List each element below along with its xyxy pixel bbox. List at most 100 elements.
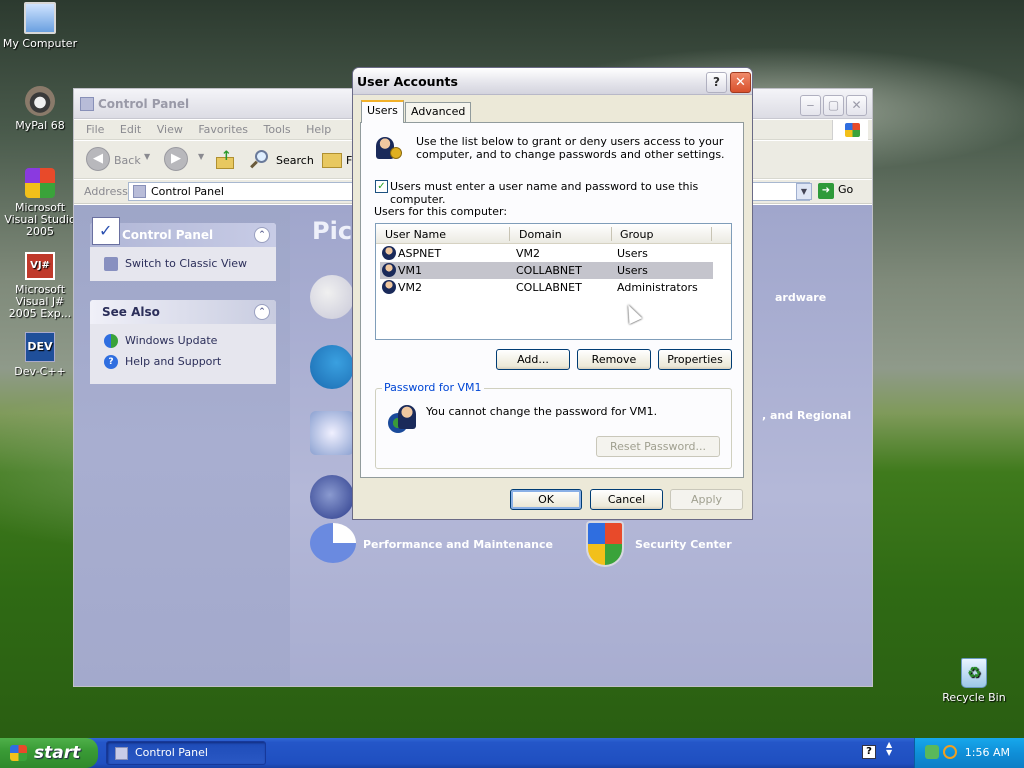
- up-folder-icon[interactable]: ↑: [214, 149, 236, 171]
- menu-edit[interactable]: Edit: [120, 123, 141, 136]
- folders-icon[interactable]: [322, 153, 342, 168]
- forward-dropdown-icon[interactable]: ▼: [198, 152, 204, 161]
- desktop-icon-my-computer[interactable]: My Computer: [0, 2, 80, 50]
- taskbar: start Control Panel ? ▲ ▼ 1:56 AM: [0, 738, 1024, 768]
- system-tray: 1:56 AM: [914, 738, 1024, 768]
- shield-icon[interactable]: [586, 521, 624, 567]
- add-remove-programs-icon[interactable]: [310, 411, 354, 455]
- task-box-header[interactable]: ✓ Control Panel ⌃: [90, 217, 276, 247]
- search-button[interactable]: Search: [276, 154, 314, 167]
- menu-favorites[interactable]: Favorites: [198, 123, 248, 136]
- apply-button[interactable]: Apply: [670, 489, 743, 510]
- user-domain: COLLABNET: [516, 281, 582, 294]
- tab-advanced[interactable]: Advanced: [405, 102, 472, 122]
- network-icon[interactable]: [310, 345, 354, 389]
- start-button[interactable]: start: [0, 738, 98, 768]
- switch-to-classic-view-link[interactable]: Switch to Classic View: [90, 253, 276, 274]
- column-domain[interactable]: Domain: [519, 228, 562, 241]
- remove-user-button[interactable]: Remove: [577, 349, 651, 370]
- ok-button[interactable]: OK: [510, 489, 582, 510]
- menu-view[interactable]: View: [157, 123, 183, 136]
- raccoon-icon: [25, 86, 55, 116]
- desktop-icon-mypal[interactable]: MyPal 68: [0, 86, 80, 132]
- user-group: Users: [617, 264, 648, 277]
- see-also-header[interactable]: See Also ⌃: [90, 300, 276, 324]
- users-list-label: Users for this computer:: [374, 205, 508, 218]
- help-button[interactable]: ?: [706, 72, 727, 93]
- language-toggle-icon[interactable]: ▲ ▼: [886, 741, 892, 757]
- network-tray-icon[interactable]: [925, 745, 939, 759]
- category-performance-maintenance[interactable]: Performance and Maintenance: [363, 538, 553, 551]
- appearance-icon[interactable]: [310, 275, 354, 319]
- category-regional[interactable]: , and Regional: [762, 409, 851, 422]
- password-message: You cannot change the password for VM1.: [426, 405, 658, 418]
- user-row-aspnet[interactable]: ASPNET VM2 Users: [380, 245, 713, 262]
- back-arrow-icon[interactable]: ◀: [86, 147, 110, 171]
- desktop-icon-label: MyPal 68: [15, 119, 65, 132]
- minimize-button[interactable]: ‒: [800, 95, 821, 116]
- sounds-icon[interactable]: [310, 475, 354, 519]
- windows-update-icon: [104, 334, 118, 348]
- maximize-button[interactable]: ▢: [823, 95, 844, 116]
- desktop-icon-devcpp[interactable]: DEV Dev-C++: [0, 332, 80, 378]
- desktop-icon-label: Microsoft Visual Studio 2005: [4, 201, 76, 238]
- category-hardware[interactable]: ardware: [775, 291, 826, 304]
- collapse-chevron-icon[interactable]: ⌃: [254, 227, 270, 243]
- list-header: User Name Domain Group: [376, 224, 731, 244]
- desktop-icon-label: My Computer: [2, 37, 78, 50]
- performance-icon[interactable]: [310, 523, 356, 563]
- users-keys-icon: [374, 135, 406, 165]
- taskbar-item-label: Control Panel: [135, 746, 208, 759]
- jsharp-icon: VJ#: [25, 252, 55, 280]
- help-icon[interactable]: ?: [862, 745, 876, 759]
- column-user-name[interactable]: User Name: [385, 228, 446, 241]
- category-security-center[interactable]: Security Center: [635, 538, 732, 551]
- user-row-vm2[interactable]: VM2 COLLABNET Administrators: [380, 279, 713, 296]
- address-dropdown-icon[interactable]: ▼: [796, 183, 812, 200]
- window-title: Control Panel: [98, 97, 190, 111]
- control-panel-icon: [115, 747, 128, 760]
- menu-file[interactable]: File: [86, 123, 104, 136]
- column-separator: [611, 227, 612, 241]
- back-button[interactable]: Back: [114, 154, 141, 167]
- desktop-icon-visual-jsharp[interactable]: VJ# Microsoft Visual J# 2005 Exp...: [0, 252, 80, 320]
- close-button[interactable]: ✕: [846, 95, 867, 116]
- cancel-button[interactable]: Cancel: [590, 489, 663, 510]
- menu-tools[interactable]: Tools: [264, 123, 291, 136]
- column-group[interactable]: Group: [620, 228, 654, 241]
- back-dropdown-icon[interactable]: ▼: [144, 152, 150, 161]
- desktop-icon-label: Dev-C++: [14, 365, 66, 378]
- category-heading: Pic: [312, 217, 353, 245]
- desktop-icon-visual-studio[interactable]: Microsoft Visual Studio 2005: [0, 168, 80, 238]
- go-label: Go: [838, 183, 854, 196]
- taskbar-item-control-panel[interactable]: Control Panel: [106, 741, 266, 765]
- desktop-icon-recycle-bin[interactable]: ♻ Recycle Bin: [934, 658, 1014, 704]
- help-and-support-link[interactable]: ? Help and Support: [90, 351, 276, 372]
- add-user-button[interactable]: Add...: [496, 349, 570, 370]
- reset-password-button[interactable]: Reset Password...: [596, 436, 720, 457]
- user-domain: VM2: [516, 247, 541, 260]
- user-name: VM2: [398, 281, 423, 294]
- require-password-checkbox[interactable]: ✓: [375, 180, 388, 193]
- windows-update-label: Windows Update: [125, 334, 218, 347]
- search-tray-icon[interactable]: [943, 745, 957, 759]
- forward-arrow-icon[interactable]: ▶: [164, 147, 188, 171]
- properties-button[interactable]: Properties: [658, 349, 732, 370]
- help-icon: ?: [104, 355, 118, 369]
- users-list[interactable]: User Name Domain Group ASPNET VM2 Users …: [375, 223, 732, 340]
- search-icon[interactable]: [249, 149, 271, 171]
- close-button[interactable]: ✕: [730, 72, 751, 93]
- address-value: Control Panel: [151, 185, 224, 198]
- user-row-vm1[interactable]: VM1 COLLABNET Users: [380, 262, 713, 279]
- visual-studio-icon: [25, 168, 55, 198]
- menu-help[interactable]: Help: [306, 123, 331, 136]
- desktop-icon-label: Recycle Bin: [942, 691, 1006, 704]
- dialog-title: User Accounts: [357, 74, 458, 89]
- user-icon: [382, 246, 396, 260]
- address-label: Address: [84, 185, 128, 198]
- windows-update-link[interactable]: Windows Update: [90, 330, 276, 351]
- collapse-chevron-icon[interactable]: ⌃: [254, 304, 270, 320]
- go-button[interactable]: ➜ Go: [818, 183, 853, 199]
- dialog-titlebar[interactable]: User Accounts ? ✕: [353, 68, 752, 95]
- tab-users[interactable]: Users: [361, 100, 404, 123]
